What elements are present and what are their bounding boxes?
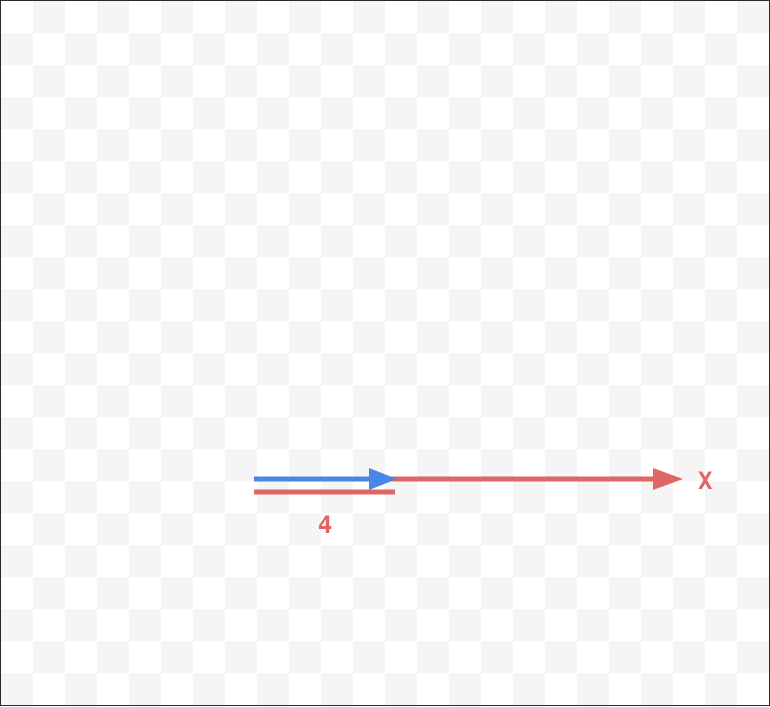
x-axis-arrowhead bbox=[653, 468, 683, 490]
vector-arrowhead bbox=[369, 468, 397, 490]
vector-diagram: X 4 bbox=[254, 467, 713, 539]
measure-label: 4 bbox=[318, 511, 332, 539]
x-axis-label: X bbox=[698, 467, 713, 495]
diagram-canvas: X 4 bbox=[0, 0, 770, 706]
